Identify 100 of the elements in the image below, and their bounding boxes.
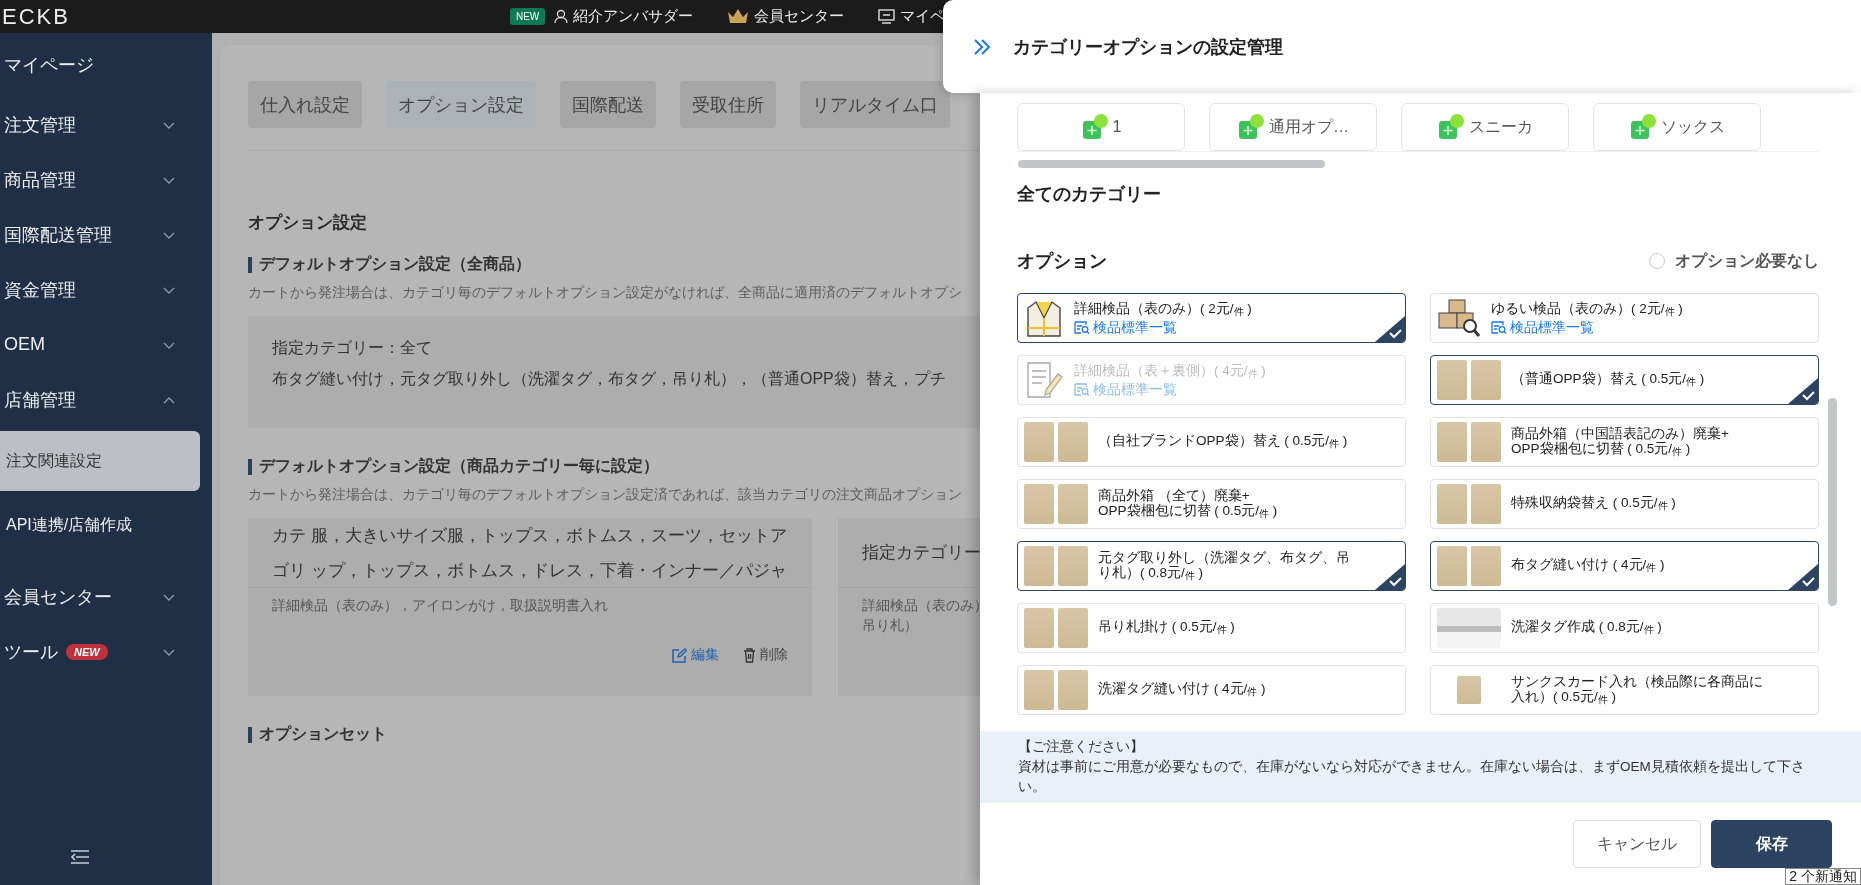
- edit-icon: [672, 647, 687, 663]
- product-photo: [1471, 360, 1501, 400]
- menu-item[interactable]: 注文管理: [4, 112, 76, 137]
- option-name: 元タグ取り外し（洗濯タグ、布タグ、吊り札）( 0.8元/$_{件}$ ): [1098, 549, 1351, 583]
- save-button[interactable]: 保存: [1711, 820, 1832, 868]
- option-name: 商品外箱 （全て）廃棄+ OPP袋梱包に切替 ( 0.5元/$_{件}$ ): [1098, 487, 1278, 521]
- jacket-icon: [1024, 298, 1064, 338]
- category-chip[interactable]: ソックス: [1593, 103, 1761, 151]
- menu-item[interactable]: ツール: [4, 639, 58, 664]
- tab[interactable]: 仕入れ設定: [248, 81, 362, 128]
- option-name: （普通OPP袋）替え ( 0.5元/$_{件}$ ): [1511, 371, 1705, 389]
- product-photo: [1024, 608, 1054, 648]
- double-chevron-icon[interactable]: [973, 37, 991, 56]
- inspection-standards-link[interactable]: 検品標準一覧: [1491, 318, 1683, 336]
- product-photo: [1024, 484, 1054, 524]
- product-photo: [1437, 360, 1467, 400]
- category-chip[interactable]: 通用オプ…: [1209, 103, 1377, 151]
- document-search-icon: [1491, 320, 1507, 334]
- tab[interactable]: リアルタイム口: [800, 81, 950, 128]
- options-text: 詳細検品（表のみ），アイロンがけ，取扱説明書入れ: [272, 597, 609, 615]
- option-card[interactable]: 詳細検品（表のみ）( 2元/$_{件}$ ) 検品標準一覧: [1017, 293, 1406, 343]
- option-card[interactable]: 特殊収納袋替え ( 0.5元/$_{件}$ ): [1430, 479, 1819, 529]
- option-name: 詳細検品（表のみ）( 2元/$_{件}$ ): [1074, 300, 1252, 319]
- vertical-scrollbar[interactable]: [1828, 398, 1837, 606]
- option-card[interactable]: ゆるい検品（表のみ）( 2元/$_{件}$ ) 検品標準一覧: [1430, 293, 1819, 343]
- check-corner-icon: [1788, 378, 1818, 404]
- logo[interactable]: ECKB: [2, 3, 70, 30]
- option-card[interactable]: 商品外箱 （全て）廃棄+ OPP袋梱包に切替 ( 0.5元/$_{件}$ ): [1017, 479, 1406, 529]
- section-heading: オプションセット: [259, 724, 387, 744]
- add-box-icon: [1080, 113, 1109, 141]
- option-card[interactable]: 洗濯タグ縫い付け ( 4元/$_{件}$ ): [1017, 665, 1406, 715]
- page-heading: オプション設定: [248, 212, 368, 234]
- menu-item[interactable]: マイページ: [4, 53, 94, 77]
- submenu-item[interactable]: API連携/店舗作成: [0, 495, 200, 555]
- menu-item[interactable]: 店舗管理: [4, 387, 76, 412]
- product-photo: [1024, 670, 1054, 710]
- option-name: 洗濯タグ作成 ( 0.8元/$_{件}$ ): [1511, 619, 1662, 637]
- tab[interactable]: 国際配送: [560, 81, 656, 128]
- section-heading: デフォルトオプション設定（商品カテゴリー毎に設定）: [259, 456, 659, 476]
- category-text: ゴリ ップ，トップス，ボトムス，ドレス，下着・インナー／パジャ: [272, 559, 788, 581]
- document-pencil-icon: [1024, 360, 1064, 400]
- option-card[interactable]: 洗濯タグ作成 ( 0.8元/$_{件}$ ): [1430, 603, 1819, 653]
- product-photo: [1024, 546, 1054, 586]
- notice-title: 【ご注意ください】: [1018, 738, 1145, 756]
- product-photo: [1437, 546, 1467, 586]
- option-card[interactable]: 元タグ取り外し（洗濯タグ、布タグ、吊り札）( 0.8元/$_{件}$ ): [1017, 541, 1406, 591]
- menu-item[interactable]: 会員センター: [4, 584, 112, 609]
- option-card[interactable]: 布タグ縫い付け ( 4元/$_{件}$ ): [1430, 541, 1819, 591]
- product-photo: [1058, 484, 1088, 524]
- product-photo: [1058, 422, 1088, 462]
- option-card[interactable]: （自社ブランドOPP袋）替え ( 0.5元/$_{件}$ ): [1017, 417, 1406, 467]
- drawer-title: カテゴリーオプションの設定管理: [1013, 35, 1283, 59]
- section-description: カートから発注場合は、カテゴリ毎のデフォルトオプション設定済であれば、該当カテゴリの注文商品オプション: [248, 486, 963, 504]
- product-photo: [1437, 484, 1467, 524]
- no-option-radio[interactable]: オプション必要なし: [1649, 250, 1819, 272]
- option-card[interactable]: 商品外箱（中国語表記のみ）廃棄+ OPP袋梱包に切替 ( 0.5元/$_{件}$ ): [1430, 417, 1819, 467]
- option-name: 洗濯タグ縫い付け ( 4元/$_{件}$ ): [1098, 681, 1266, 699]
- boxes-magnifier-icon: [1437, 298, 1481, 338]
- category-heading: 全てのカテゴリー: [1017, 183, 1162, 206]
- product-photo: [1437, 608, 1501, 648]
- product-photo: [1437, 422, 1467, 462]
- menu-item[interactable]: OEM: [4, 334, 45, 355]
- category-chip[interactable]: 1: [1017, 103, 1185, 151]
- category-text: 指定カテゴリー: [862, 542, 980, 563]
- option-name: 詳細検品（表＋裏側）( 4元/$_{件}$ ): [1074, 362, 1266, 381]
- delete-button[interactable]: 削除: [743, 646, 788, 664]
- tab[interactable]: オプション設定: [386, 81, 536, 128]
- nav-link[interactable]: 紹介アンバサダー: [573, 7, 694, 26]
- tab[interactable]: 受取住所: [680, 81, 776, 128]
- check-corner-icon: [1375, 316, 1405, 342]
- new-badge: NEW: [66, 643, 108, 660]
- add-box-icon: [1629, 113, 1657, 141]
- product-photo: [1024, 422, 1054, 462]
- inspection-standards-link[interactable]: 検品標準一覧: [1074, 318, 1252, 336]
- option-card[interactable]: 吊り札掛け ( 0.5元/$_{件}$ ): [1017, 603, 1406, 653]
- product-photo: [1457, 676, 1481, 704]
- option-card[interactable]: （普通OPP袋）替え ( 0.5元/$_{件}$ ): [1430, 355, 1819, 405]
- nav-link[interactable]: 会員センター: [754, 7, 845, 26]
- collapse-menu-icon[interactable]: [70, 849, 90, 865]
- add-box-icon: [1237, 113, 1265, 141]
- product-photo: [1058, 546, 1088, 586]
- document-search-icon: [1074, 320, 1090, 334]
- check-corner-icon: [1375, 564, 1405, 590]
- product-photo: [1058, 608, 1088, 648]
- notification-tooltip: 2 个新通知: [1785, 868, 1861, 885]
- product-photo: [1471, 422, 1501, 462]
- add-box-icon: [1437, 113, 1465, 141]
- menu-item[interactable]: 国際配送管理: [4, 222, 112, 247]
- category-text: カテ 服，大きいサイズ服，トップス，ボトムス，スーツ，セットア: [272, 524, 788, 546]
- check-corner-icon: [1788, 564, 1818, 590]
- cancel-button[interactable]: キャンセル: [1573, 820, 1701, 868]
- options-text: 詳細検品（表のみ）: [862, 597, 980, 615]
- horizontal-scrollbar[interactable]: [1018, 160, 1325, 168]
- submenu-item[interactable]: 注文関連設定: [0, 431, 200, 491]
- menu-item[interactable]: 資金管理: [4, 277, 76, 302]
- menu-item[interactable]: 商品管理: [4, 167, 76, 192]
- option-card[interactable]: サンクスカード入れ（検品際に各商品に入れ）( 0.5元/$_{件}$ ): [1430, 665, 1819, 715]
- option-name: 吊り札掛け ( 0.5元/$_{件}$ ): [1098, 619, 1235, 637]
- category-chip[interactable]: スニーカ: [1401, 103, 1569, 151]
- option-name: 特殊収納袋替え ( 0.5元/$_{件}$ ): [1511, 495, 1676, 513]
